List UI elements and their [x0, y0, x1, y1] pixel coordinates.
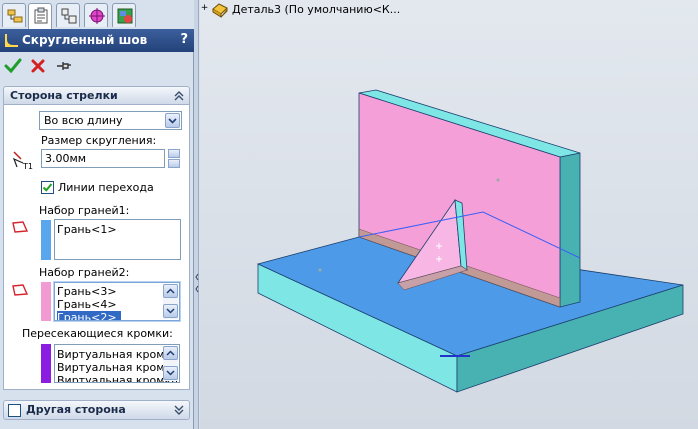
- panel-splitter[interactable]: [194, 0, 199, 429]
- ok-check-icon[interactable]: [4, 57, 22, 75]
- edges-color-swatch: [41, 344, 51, 383]
- face-set2-listbox[interactable]: Грань<3> Грань<4> Грань<2>: [54, 282, 180, 321]
- chevron-up-icon[interactable]: [173, 90, 185, 102]
- spin-down-button[interactable]: [168, 159, 180, 168]
- edges-scrollbar[interactable]: [163, 346, 178, 381]
- property-manager-panel: Скругленный шов ? Сторона стрелки Во всю…: [0, 0, 194, 429]
- help-button[interactable]: ?: [180, 32, 188, 47]
- tab-property-manager[interactable]: [28, 3, 52, 29]
- splitter-grip-icon[interactable]: [195, 270, 199, 296]
- chevron-up-icon: [166, 288, 175, 294]
- face-select-icon: [12, 221, 29, 233]
- extent-dropdown-button[interactable]: [165, 113, 180, 128]
- list-item[interactable]: Виртуальная кромка: [57, 374, 178, 382]
- tangent-propagation-checkbox[interactable]: [41, 181, 54, 194]
- chevron-down-icon[interactable]: [173, 404, 185, 416]
- list-item[interactable]: Виртуальная кромка: [57, 348, 178, 361]
- tab-display-manager[interactable]: [112, 3, 136, 27]
- face-set1-label: Набор граней1:: [39, 204, 130, 217]
- action-row: [0, 53, 194, 79]
- fillet-size-input[interactable]: 3.00мм: [41, 149, 165, 168]
- crosshair-icon: [89, 8, 105, 24]
- list-item[interactable]: Грань<4>: [57, 298, 117, 311]
- feature-tree-icon: [7, 9, 23, 23]
- tab-configuration-manager[interactable]: [56, 3, 80, 27]
- intersecting-edges-listbox[interactable]: Виртуальная кромка Виртуальная кромка Ви…: [54, 344, 180, 383]
- configuration-icon: [61, 8, 77, 24]
- face-set2-color-swatch: [41, 282, 51, 321]
- list-item[interactable]: Грань<3>: [57, 285, 117, 298]
- other-side-group-header[interactable]: Другая сторона: [3, 400, 190, 420]
- checkmark-icon: [42, 183, 53, 192]
- arrow-side-group-header[interactable]: Сторона стрелки: [3, 86, 190, 105]
- origin-marker-icon: [318, 268, 322, 272]
- other-side-checkbox[interactable]: [8, 404, 21, 417]
- fillet-bead-icon: [5, 34, 18, 47]
- scroll-up-button[interactable]: [163, 346, 178, 360]
- svg-text:T1: T1: [22, 162, 33, 171]
- feature-title-bar: Скругленный шов ?: [0, 29, 194, 52]
- cancel-x-icon[interactable]: [29, 57, 47, 75]
- tab-feature-manager[interactable]: [2, 3, 26, 27]
- face-set2-label: Набор граней2:: [39, 266, 130, 279]
- list-item[interactable]: Грань<1>: [57, 223, 117, 236]
- extent-select-value: Во всю длину: [44, 114, 123, 127]
- spin-up-button[interactable]: [168, 149, 180, 158]
- scroll-down-button[interactable]: [163, 304, 178, 318]
- chevron-down-icon: [166, 308, 175, 314]
- tangent-propagation-label: Линии перехода: [58, 181, 154, 194]
- face-set2-scrollbar[interactable]: [163, 284, 178, 319]
- fillet-size-icon: T1: [12, 151, 33, 171]
- chevron-down-icon: [166, 370, 175, 376]
- feature-title: Скругленный шов: [22, 33, 148, 47]
- chevron-up-icon: [166, 350, 175, 356]
- intersecting-edges-label: Пересекающиеся кромки:: [22, 327, 173, 340]
- list-item-selected[interactable]: Грань<2>: [57, 311, 121, 320]
- chevron-down-icon: [168, 118, 177, 124]
- origin-marker-icon: [496, 178, 500, 182]
- tab-dimxpert-manager[interactable]: [84, 3, 108, 27]
- face-set1-color-swatch: [41, 220, 51, 260]
- list-item[interactable]: Виртуальная кромка: [57, 361, 178, 374]
- graphics-area[interactable]: + Деталь3 (По умолчанию<К...: [200, 0, 698, 429]
- display-manager-icon: [117, 8, 133, 24]
- weld-model-3d: [256, 89, 684, 393]
- face-set1-listbox[interactable]: Грань<1>: [54, 219, 181, 260]
- manager-tab-bar: [0, 0, 194, 29]
- scroll-up-button[interactable]: [163, 284, 178, 298]
- pushpin-icon[interactable]: [54, 57, 72, 75]
- arrow-side-header-label: Сторона стрелки: [10, 89, 118, 102]
- other-side-header-label: Другая сторона: [26, 403, 126, 416]
- fillet-size-spinner[interactable]: [168, 149, 180, 168]
- vertical-plate-right-face: [559, 152, 581, 308]
- fillet-size-value: 3.00мм: [45, 152, 87, 165]
- scroll-down-button[interactable]: [163, 366, 178, 380]
- fillet-size-label: Размер скругления:: [41, 134, 157, 147]
- face-select-icon: [12, 284, 29, 296]
- extent-select[interactable]: Во всю длину: [39, 111, 182, 130]
- property-sheet-icon: [34, 7, 48, 24]
